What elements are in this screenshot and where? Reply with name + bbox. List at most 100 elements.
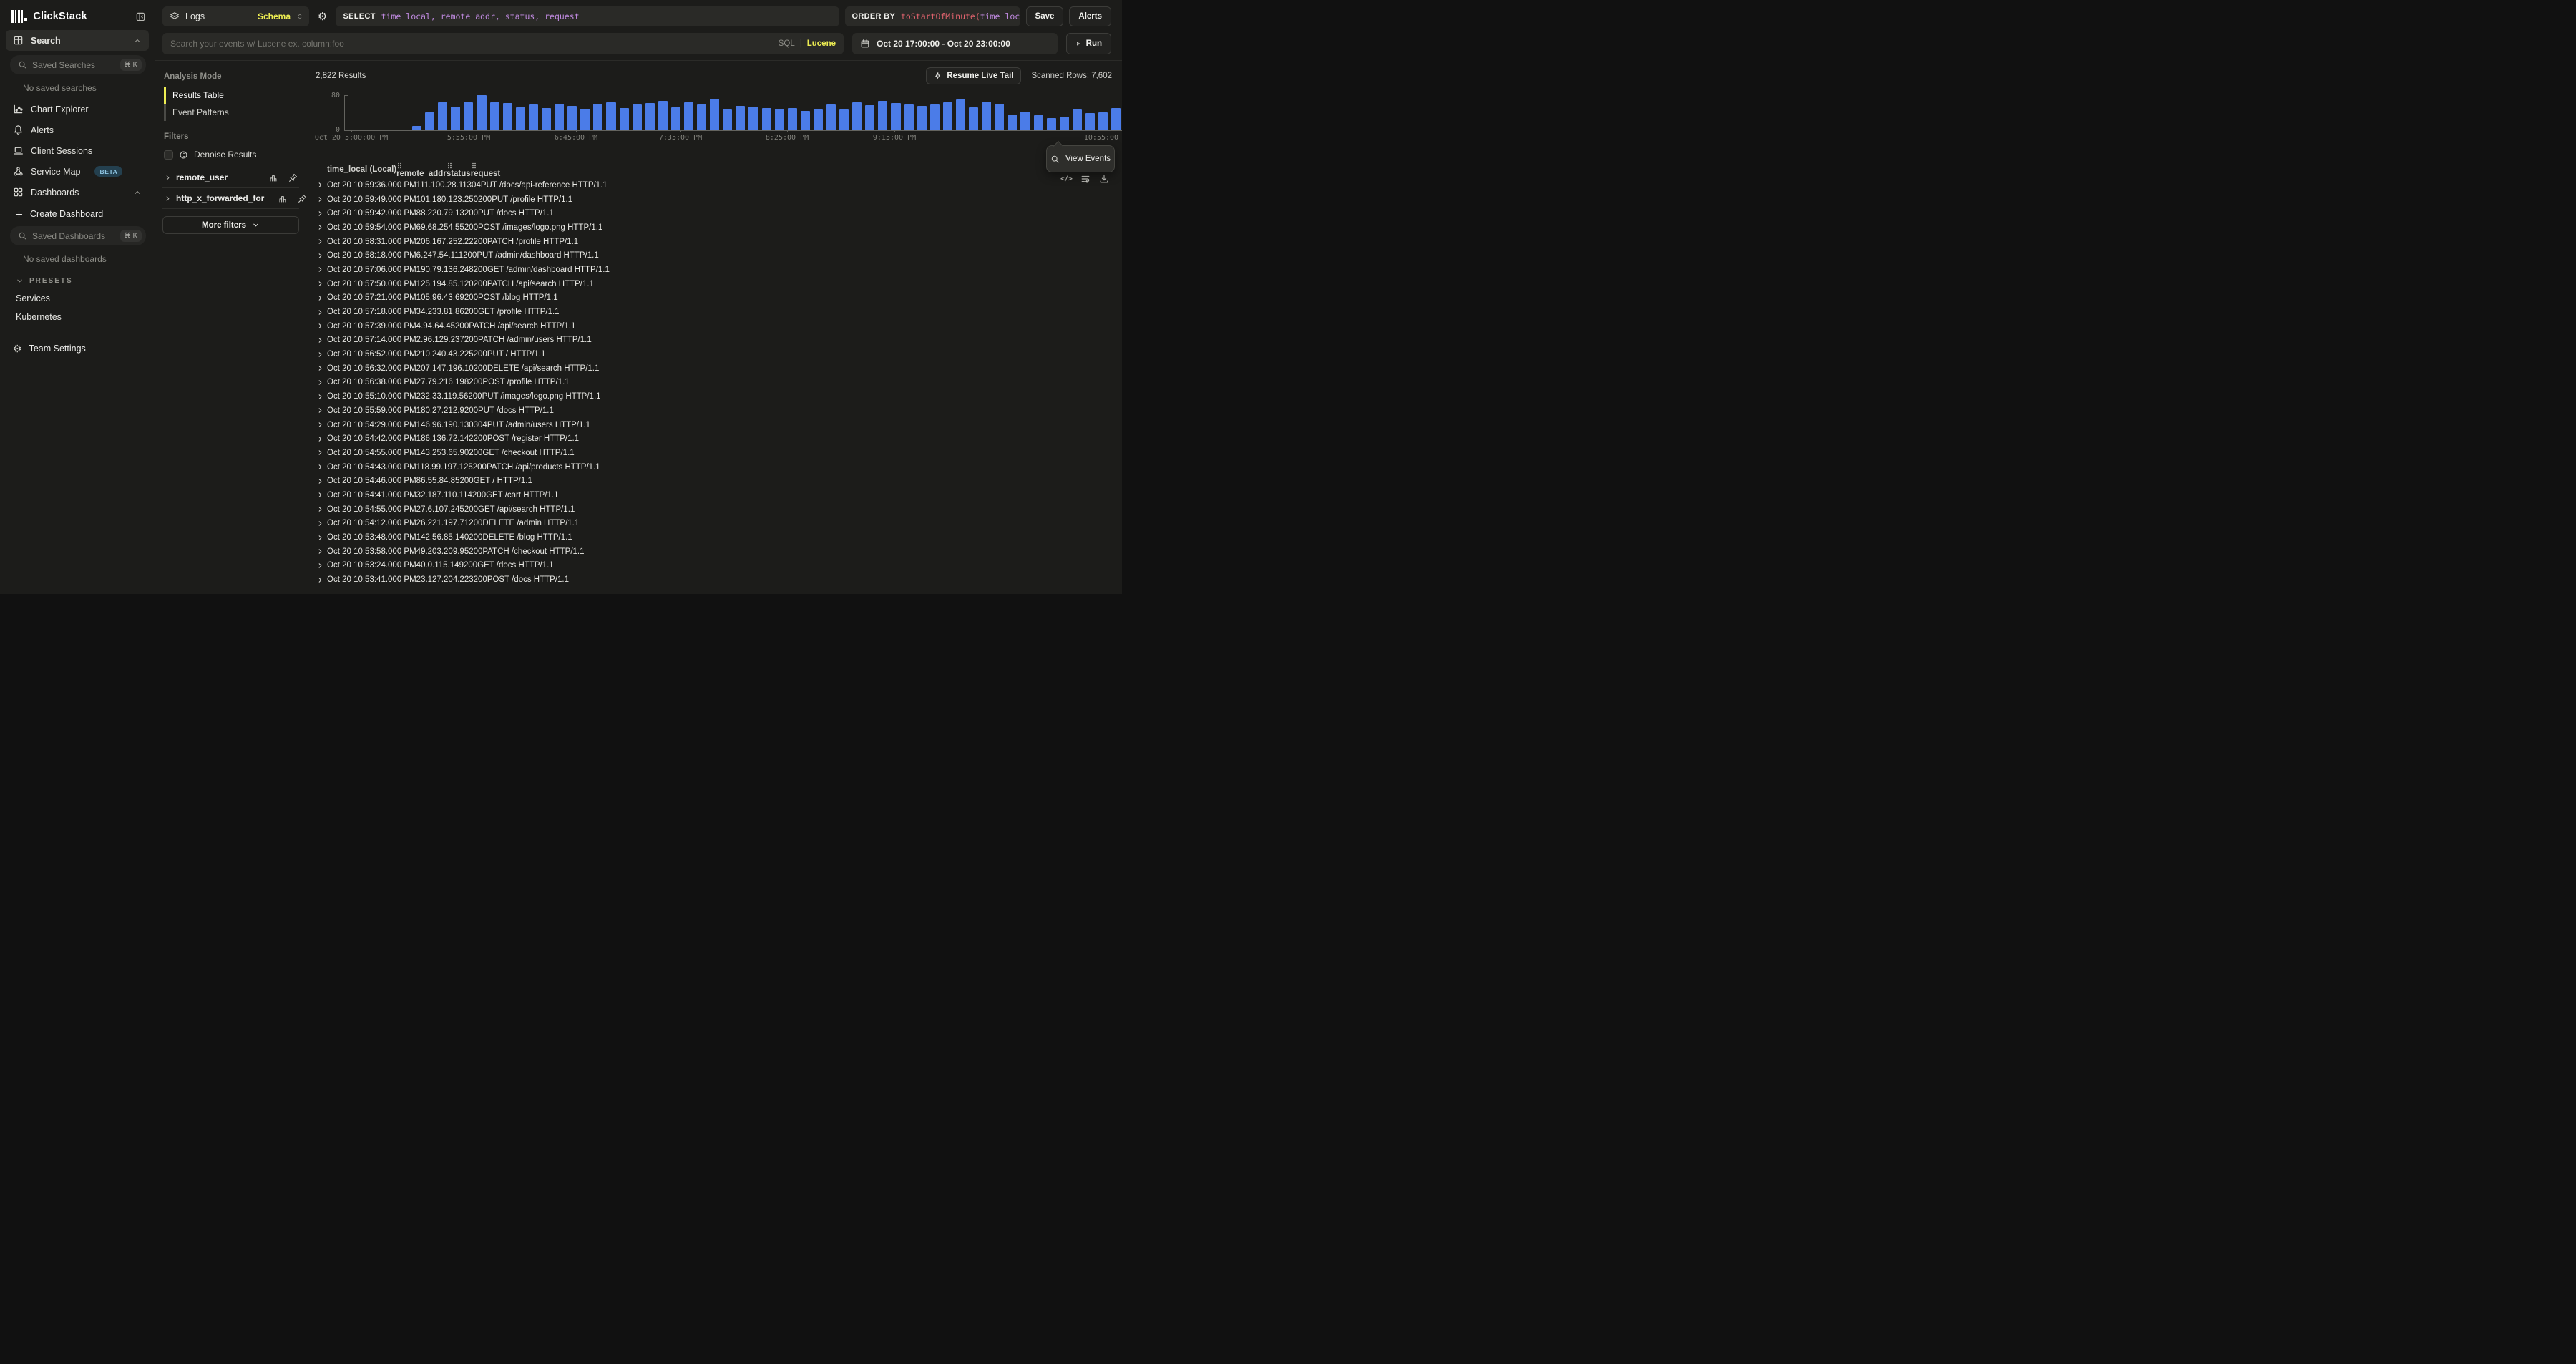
table-row[interactable]: Oct 20 10:54:42.000 PM186.136.72.142200P…	[313, 432, 1122, 446]
table-row[interactable]: Oct 20 10:54:55.000 PM143.253.65.90200GE…	[313, 446, 1122, 460]
schema-select-value[interactable]: Schema	[258, 11, 291, 21]
table-row[interactable]: Oct 20 10:57:50.000 PM125.194.85.120200P…	[313, 277, 1122, 291]
histogram-bar[interactable]	[1073, 109, 1082, 130]
save-button[interactable]: Save	[1026, 6, 1064, 26]
expand-row-icon[interactable]	[313, 491, 327, 499]
histogram-bar[interactable]	[1047, 118, 1056, 131]
histogram-bar[interactable]	[826, 104, 836, 130]
presets-section-toggle[interactable]: PRESETS	[6, 270, 149, 289]
table-row[interactable]: Oct 20 10:54:55.000 PM27.6.107.245200GET…	[313, 502, 1122, 517]
expand-row-icon[interactable]	[313, 393, 327, 401]
expand-row-icon[interactable]	[313, 308, 327, 316]
column-header-status[interactable]: status	[447, 162, 471, 178]
expand-row-icon[interactable]	[313, 463, 327, 471]
sidebar-item-dashboards[interactable]: Dashboards	[6, 182, 149, 203]
column-header-request[interactable]: request	[471, 162, 501, 178]
bar-chart-icon[interactable]	[278, 194, 288, 203]
histogram-bar[interactable]	[904, 104, 914, 130]
pin-icon[interactable]	[288, 173, 298, 182]
histogram-bar[interactable]	[723, 109, 732, 130]
histogram-bar[interactable]	[995, 104, 1004, 131]
histogram-bar[interactable]	[451, 107, 460, 130]
lang-sql[interactable]: SQL	[779, 39, 795, 48]
column-header-remote-addr[interactable]: remote_addr	[396, 162, 447, 178]
table-row[interactable]: Oct 20 10:57:18.000 PM34.233.81.86200GET…	[313, 305, 1122, 319]
table-row[interactable]: Oct 20 10:54:29.000 PM146.96.190.130304P…	[313, 418, 1122, 432]
expand-row-icon[interactable]	[313, 379, 327, 386]
expand-row-icon[interactable]	[313, 252, 327, 260]
table-row[interactable]: Oct 20 10:53:24.000 PM40.0.115.149200GET…	[313, 559, 1122, 573]
histogram-bar[interactable]	[762, 108, 771, 130]
event-search-bar[interactable]: SQL | Lucene	[162, 33, 844, 54]
histogram-bar[interactable]	[593, 104, 602, 131]
expand-row-icon[interactable]	[313, 505, 327, 513]
histogram-bar[interactable]	[645, 103, 655, 130]
drag-handle-icon[interactable]	[447, 162, 471, 170]
histogram-bar[interactable]	[606, 102, 615, 130]
download-icon[interactable]	[1099, 174, 1109, 184]
histogram-bar[interactable]	[748, 107, 758, 130]
table-row[interactable]: Oct 20 10:57:06.000 PM190.79.136.248200G…	[313, 263, 1122, 277]
histogram-bar[interactable]	[542, 108, 551, 130]
expand-row-icon[interactable]	[313, 421, 327, 429]
histogram-bar[interactable]	[555, 104, 564, 130]
denoise-checkbox[interactable]	[164, 150, 173, 160]
saved-searches-input[interactable]	[32, 60, 115, 70]
table-row[interactable]: Oct 20 10:54:43.000 PM118.99.197.125200P…	[313, 460, 1122, 474]
wrap-text-icon[interactable]	[1080, 174, 1091, 184]
histogram-bar[interactable]	[697, 104, 706, 130]
histogram-bar[interactable]	[671, 107, 680, 131]
histogram-bar[interactable]	[1085, 113, 1095, 130]
table-row[interactable]: Oct 20 10:53:58.000 PM49.203.209.95200PA…	[313, 545, 1122, 559]
table-row[interactable]: Oct 20 10:56:52.000 PM210.240.43.225200P…	[313, 347, 1122, 361]
histogram-bar[interactable]	[891, 103, 900, 130]
table-row[interactable]: Oct 20 10:58:31.000 PM206.167.252.22200P…	[313, 235, 1122, 249]
histogram-bar[interactable]	[956, 99, 965, 130]
histogram-bar[interactable]	[1008, 115, 1017, 130]
resume-live-tail-button[interactable]: Resume Live Tail	[926, 67, 1021, 84]
sidebar-item-alerts[interactable]: Alerts	[6, 120, 149, 140]
expand-row-icon[interactable]	[313, 547, 327, 555]
histogram-bar[interactable]	[710, 99, 719, 130]
table-row[interactable]: Oct 20 10:55:10.000 PM232.33.119.56200PU…	[313, 389, 1122, 404]
table-row[interactable]: Oct 20 10:53:41.000 PM23.127.204.223200P…	[313, 573, 1122, 587]
histogram-bar[interactable]	[852, 102, 862, 130]
table-row[interactable]: Oct 20 10:56:32.000 PM207.147.196.10200D…	[313, 361, 1122, 376]
table-row[interactable]: Oct 20 10:57:21.000 PM105.96.43.69200POS…	[313, 291, 1122, 306]
histogram-bar[interactable]	[503, 103, 512, 130]
table-row[interactable]: Oct 20 10:54:46.000 PM86.55.84.85200GET …	[313, 474, 1122, 488]
filter-field-http_x_forwarded_for[interactable]: http_x_forwarded_for	[162, 187, 299, 209]
histogram-bar[interactable]	[438, 102, 447, 130]
histogram-bar[interactable]	[736, 106, 745, 130]
histogram-plot[interactable]: 80 0 Oct 20 5:00:00 PM5:55:00 PM6:45:00 …	[344, 95, 1122, 131]
table-row[interactable]: Oct 20 10:55:59.000 PM180.27.212.9200PUT…	[313, 404, 1122, 418]
histogram-bar[interactable]	[529, 104, 538, 130]
expand-row-icon[interactable]	[313, 280, 327, 288]
table-row[interactable]: Oct 20 10:57:39.000 PM4.94.64.45200PATCH…	[313, 319, 1122, 333]
histogram-bar[interactable]	[1020, 112, 1030, 130]
histogram-bar[interactable]	[412, 126, 421, 130]
saved-dashboards-search[interactable]: ⌘ K	[10, 226, 146, 245]
histogram-bar[interactable]	[917, 106, 927, 130]
sidebar-item-chart-explorer[interactable]: Chart Explorer	[6, 99, 149, 120]
sidebar-item-search[interactable]: Search	[6, 30, 149, 51]
histogram-bar[interactable]	[788, 108, 797, 130]
collapse-sidebar-icon[interactable]	[135, 11, 146, 22]
analysis-mode-results-table[interactable]: Results Table	[162, 87, 299, 104]
chevron-right-icon[interactable]	[164, 195, 172, 203]
preset-item-services[interactable]: Services	[6, 289, 149, 308]
histogram-bar[interactable]	[1060, 117, 1069, 130]
expand-row-icon[interactable]	[313, 266, 327, 273]
table-row[interactable]: Oct 20 10:54:12.000 PM26.221.197.71200DE…	[313, 517, 1122, 531]
pin-icon[interactable]	[298, 194, 307, 203]
histogram-bar[interactable]	[633, 104, 642, 130]
expand-row-icon[interactable]	[313, 336, 327, 344]
run-button[interactable]: Run	[1066, 33, 1111, 54]
sidebar-item-client-sessions[interactable]: Client Sessions	[6, 140, 149, 161]
saved-dashboards-input[interactable]	[32, 231, 115, 241]
table-row[interactable]: Oct 20 10:56:38.000 PM27.79.216.198200PO…	[313, 376, 1122, 390]
alerts-button[interactable]: Alerts	[1069, 6, 1111, 26]
column-header-time-local[interactable]: time_local (Local)	[327, 165, 396, 174]
histogram-bar[interactable]	[930, 104, 940, 130]
source-settings-gear-icon[interactable]: ⚙	[315, 10, 330, 23]
